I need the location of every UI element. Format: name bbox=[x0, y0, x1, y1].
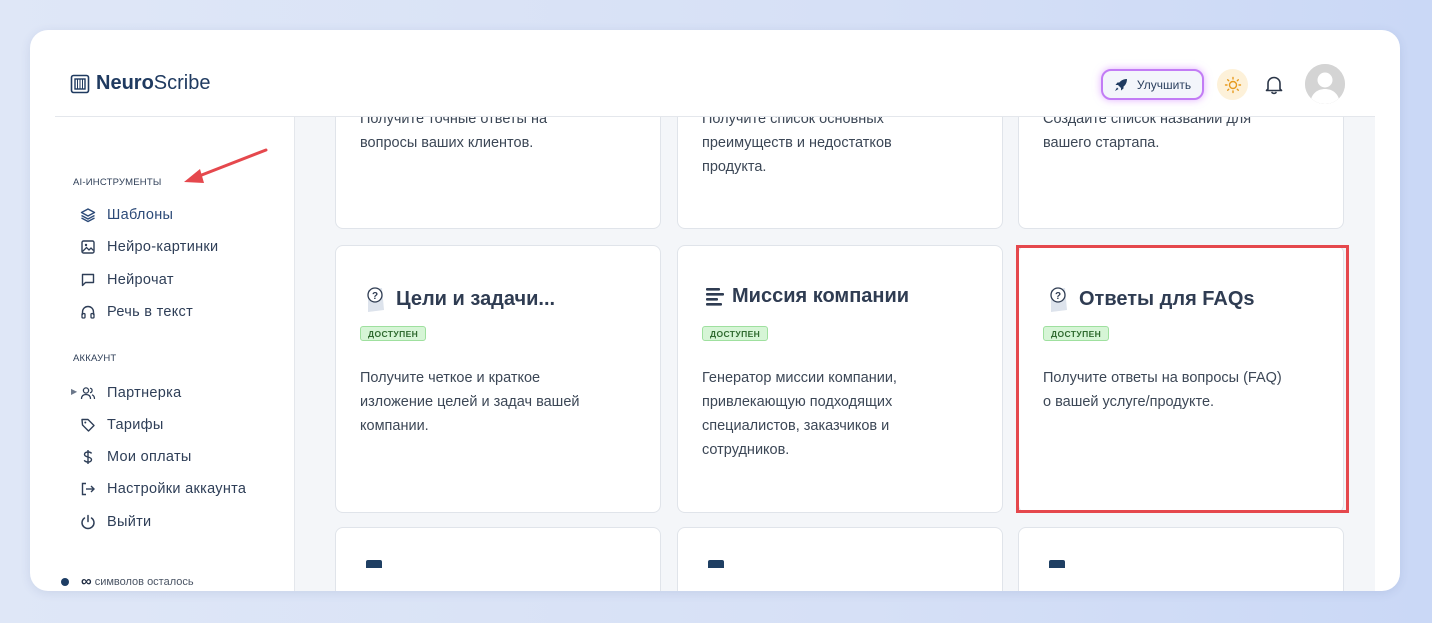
logo-icon bbox=[70, 74, 90, 93]
sidebar-item-label: Выйти bbox=[107, 514, 152, 530]
card-description: Получите список основных преимуществ и н… bbox=[702, 117, 892, 175]
sidebar: AI-ИНСТРУМЕНТЫ Шаблоны Нейро-картинки Не… bbox=[55, 117, 295, 591]
sidebar-item-label: Нейрочат bbox=[107, 272, 174, 288]
status-badge: ДОСТУПЕН bbox=[1043, 326, 1110, 341]
question-doc-icon: ? bbox=[367, 287, 384, 312]
layers-icon bbox=[80, 208, 96, 223]
sidebar-item-tariffs[interactable]: Тарифы bbox=[80, 414, 164, 436]
upgrade-button[interactable]: Улучшить bbox=[1101, 69, 1204, 100]
headphones-icon bbox=[81, 305, 95, 319]
sidebar-item-neurochat[interactable]: Нейрочат bbox=[80, 269, 174, 291]
sidebar-item-account-settings[interactable]: Настройки аккаунта bbox=[80, 478, 246, 500]
template-card[interactable] bbox=[1018, 527, 1344, 591]
sidebar-item-partners[interactable]: Партнерка bbox=[80, 382, 181, 404]
template-card[interactable] bbox=[335, 527, 661, 591]
section-label-account: АККАУНТ bbox=[73, 353, 117, 364]
status-badge: ДОСТУПЕН bbox=[702, 326, 769, 341]
symbols-remaining: ∞ символов осталось bbox=[61, 573, 194, 590]
theme-toggle-button[interactable] bbox=[1217, 69, 1248, 100]
templates-grid: Получите точные ответы на вопросы ваших … bbox=[295, 117, 1375, 591]
sidebar-item-label: Шаблоны bbox=[107, 207, 174, 223]
sidebar-item-label: Речь в текст bbox=[107, 304, 194, 320]
template-card-mission[interactable]: Миссия компании ДОСТУПЕН Генератор мисси… bbox=[677, 245, 1003, 513]
question-doc-icon: ? bbox=[1050, 287, 1067, 312]
card-icon bbox=[366, 560, 382, 568]
card-icon bbox=[1049, 560, 1065, 568]
top-bar: NeuroScribe Улучшить bbox=[55, 30, 1375, 117]
users-icon bbox=[80, 387, 96, 400]
rocket-icon bbox=[1114, 78, 1127, 91]
card-title: Миссия компании bbox=[702, 284, 909, 308]
app-window: NeuroScribe Улучшить AI-ИНСТРУМЕНТЫ Шабл… bbox=[30, 30, 1400, 591]
logout-arrow-icon bbox=[81, 482, 95, 496]
svg-text:?: ? bbox=[1055, 291, 1061, 302]
sidebar-item-label: Тарифы bbox=[107, 417, 164, 433]
card-title: ? Цели и задачи... bbox=[360, 284, 555, 314]
expand-caret-icon[interactable]: ▶ bbox=[71, 387, 77, 396]
user-avatar-icon bbox=[1305, 64, 1345, 104]
sidebar-item-speech-to-text[interactable]: Речь в текст bbox=[80, 301, 193, 323]
sidebar-item-label: Партнерка bbox=[107, 385, 182, 401]
svg-text:?: ? bbox=[372, 291, 378, 302]
card-description: Создайте список названий для вашего стар… bbox=[1043, 117, 1252, 151]
card-title: ? Ответы для FAQs bbox=[1043, 284, 1255, 314]
dollar-icon bbox=[83, 450, 93, 464]
power-icon bbox=[81, 514, 95, 530]
logo[interactable]: NeuroScribe bbox=[70, 72, 211, 95]
card-description: Получите четкое и краткое изложение целе… bbox=[360, 370, 580, 434]
sidebar-item-label: Мои оплаты bbox=[107, 449, 192, 465]
tag-icon bbox=[81, 418, 95, 432]
sidebar-item-logout[interactable]: Выйти bbox=[80, 511, 151, 533]
template-card[interactable]: Получите список основных преимуществ и н… bbox=[677, 117, 1003, 229]
remaining-value: ∞ bbox=[81, 573, 92, 590]
sidebar-item-my-payments[interactable]: Мои оплаты bbox=[80, 446, 192, 468]
annotation-arrow bbox=[184, 148, 268, 183]
card-icon bbox=[708, 560, 724, 568]
chat-icon bbox=[81, 273, 95, 287]
template-card-goals[interactable]: ? Цели и задачи... ДОСТУПЕН Получите чет… bbox=[335, 245, 661, 513]
avatar[interactable] bbox=[1305, 64, 1345, 104]
bell-icon[interactable] bbox=[1263, 74, 1285, 96]
upgrade-label: Улучшить bbox=[1136, 77, 1192, 92]
sidebar-item-neuro-images[interactable]: Нейро-картинки bbox=[80, 236, 218, 258]
remaining-text: символов осталось bbox=[94, 575, 194, 588]
template-card[interactable]: Создайте список названий для вашего стар… bbox=[1018, 117, 1344, 229]
logo-text: NeuroScribe bbox=[96, 72, 211, 94]
section-label-ai-tools: AI-ИНСТРУМЕНТЫ bbox=[73, 177, 162, 188]
status-badge: ДОСТУПЕН bbox=[360, 326, 427, 341]
card-description: Получите точные ответы на вопросы ваших … bbox=[360, 117, 548, 151]
template-card-faq[interactable]: ? Ответы для FAQs ДОСТУПЕН Получите отве… bbox=[1018, 245, 1344, 513]
sun-icon bbox=[1224, 76, 1241, 93]
card-description: Получите ответы на вопросы (FAQ) о вашей… bbox=[1043, 370, 1282, 410]
sidebar-item-label: Нейро-картинки bbox=[107, 239, 219, 255]
sidebar-item-templates[interactable]: Шаблоны bbox=[80, 204, 173, 226]
image-icon bbox=[81, 240, 95, 254]
template-card[interactable]: Получите точные ответы на вопросы ваших … bbox=[335, 117, 661, 229]
status-dot bbox=[61, 577, 69, 586]
sidebar-item-label: Настройки аккаунта bbox=[107, 481, 247, 497]
text-lines-icon bbox=[706, 288, 724, 306]
template-card[interactable] bbox=[677, 527, 1003, 591]
card-description: Генератор миссии компании, привлекающую … bbox=[702, 370, 897, 458]
